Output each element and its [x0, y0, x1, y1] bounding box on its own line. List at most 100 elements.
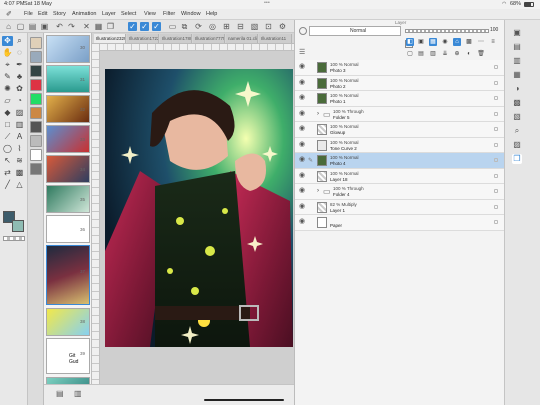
line-correct-icon[interactable]: ⌇ [14, 144, 25, 154]
search-icon[interactable]: ⌕ [512, 126, 522, 136]
folder-chevron-icon[interactable]: › [317, 188, 319, 194]
lock-icon[interactable]: ▣ [417, 38, 425, 46]
gradient-tool-icon[interactable]: ▨ [14, 108, 25, 118]
layer-row[interactable]: ◉ 100 % Normal Layer 18 [295, 168, 504, 184]
eye-icon[interactable]: ◉ [298, 141, 306, 149]
object-tool-icon[interactable]: ↖ [2, 156, 13, 166]
move-tool-icon[interactable]: ✥ [2, 36, 13, 46]
new-canvas-icon[interactable]: ▢ [16, 22, 25, 31]
layer-row[interactable]: ◉ ✎ 100 % Normal Photo 4 [295, 153, 504, 169]
balloon-tool-icon[interactable]: ◯ [2, 144, 13, 154]
lasso-tool-icon[interactable]: ◌ [14, 48, 25, 58]
fill-tool-icon[interactable]: ◆ [2, 108, 13, 118]
edit-target-icon[interactable]: ✎ [308, 157, 313, 164]
snap-ruler-icon[interactable]: ✓ [128, 22, 137, 31]
decoration-icon[interactable]: ✿ [14, 84, 25, 94]
layer-lock-icon[interactable] [494, 158, 498, 162]
eye-icon[interactable]: ◉ [298, 172, 306, 180]
new-raster-icon[interactable]: ▢ [406, 50, 414, 58]
eye-icon[interactable]: ◉ [298, 156, 306, 164]
layer-row[interactable]: ◉ › ▭ 100 % Through Folder 4 [295, 184, 504, 200]
thumb-8[interactable] [30, 135, 42, 147]
layer-row[interactable]: ◉ 100 % Normal Photo 2 [295, 75, 504, 91]
swap-colors-icon[interactable]: ⇄ [2, 168, 13, 178]
page-manager-icon[interactable]: ▤ [56, 389, 64, 398]
layer-row[interactable]: ◉ › ▭ 100 % Through Folder 5 [295, 106, 504, 122]
eye-icon[interactable]: ◉ [298, 203, 306, 211]
snap-grid-icon[interactable]: ✓ [140, 22, 149, 31]
tab-illustration7775[interactable]: Illustration7775 [193, 34, 225, 43]
pencil-tool-icon[interactable]: ✎ [2, 72, 13, 82]
layer-row[interactable]: ◉ 100 % Normal Photo 1 [295, 91, 504, 107]
tool-property-icon[interactable]: ▥ [512, 56, 522, 66]
eye-icon[interactable]: ◉ [298, 63, 306, 71]
reference-layer-icon[interactable]: ◧ [406, 38, 414, 46]
draft-icon[interactable]: ⌂ [453, 38, 461, 46]
frame-tool-icon[interactable]: ▥ [14, 120, 25, 130]
layer-row[interactable]: ◉ 100 % Normal Tone Curve 2 [295, 137, 504, 153]
mask-icon[interactable]: ◉ [441, 38, 449, 46]
layer-panel-icon[interactable]: ❐ [512, 154, 522, 164]
eraser-tool-icon[interactable]: ▱ [2, 96, 13, 106]
figure-tool-icon[interactable]: □ [2, 120, 13, 130]
menu-animation[interactable]: Animation [72, 11, 96, 17]
brush-tool-icon[interactable]: ♣ [14, 72, 25, 82]
sub-color-swatch[interactable] [12, 220, 24, 232]
zoom-icon[interactable]: ◎ [208, 22, 217, 31]
layer-property-toggle-icon[interactable] [299, 27, 307, 35]
combine-icon[interactable]: ⊕ [453, 50, 461, 58]
shortcut-icon[interactable]: ⊡ [264, 22, 273, 31]
page-thumb-39[interactable]: Git Gud [46, 338, 90, 374]
home-indicator[interactable] [204, 399, 284, 401]
layer-row[interactable]: ◉ Paper [295, 215, 504, 231]
grid-icon[interactable]: ⊞ [222, 22, 231, 31]
blend-mode-select[interactable]: Normal [309, 26, 401, 36]
layer-lock-icon[interactable] [494, 220, 498, 224]
color-history-icon[interactable]: ▧ [512, 112, 522, 122]
save-icon[interactable]: ▣ [40, 22, 49, 31]
menu-layer[interactable]: Layer [102, 11, 116, 17]
trash-icon[interactable]: 🗑 [477, 50, 485, 58]
tab-namerila[interactable]: namerila 01.cli [226, 34, 258, 43]
home-icon[interactable]: ⌂ [4, 22, 13, 31]
thumb-9[interactable] [30, 149, 42, 161]
menu-story[interactable]: Story [53, 11, 66, 17]
eye-icon[interactable]: ◉ [298, 79, 306, 87]
tab-illustration1722[interactable]: Illustration1722 [127, 34, 159, 43]
transparent-color-icon[interactable]: ▩ [14, 168, 25, 178]
brush-size-icon[interactable]: ▦ [512, 70, 522, 80]
transform-icon[interactable]: ⧉ [180, 22, 189, 31]
transparent-swatch[interactable] [3, 236, 25, 241]
opacity-slider[interactable] [405, 29, 489, 33]
menu-window[interactable]: Window [181, 11, 201, 17]
more-icon[interactable]: ⋯ [477, 38, 485, 46]
folder-chevron-icon[interactable]: › [317, 111, 319, 117]
layer-lock-icon[interactable] [494, 142, 498, 147]
material-icon[interactable]: ▨ [512, 140, 522, 150]
airbrush-icon[interactable]: ✺ [2, 84, 13, 94]
layer-lock-icon[interactable] [494, 173, 498, 178]
canvas-area[interactable] [100, 51, 294, 384]
color-set-icon[interactable]: ▩ [512, 98, 522, 108]
palette-color-icon[interactable]: ▩ [465, 38, 473, 46]
pen-tool-icon[interactable]: ✒ [14, 60, 25, 70]
color-wheel-icon[interactable]: ◑ [512, 84, 522, 94]
layer-icon[interactable]: ❐ [106, 22, 115, 31]
thumb-4[interactable] [30, 79, 42, 91]
layer-lock-icon[interactable] [494, 204, 498, 209]
layer-lock-icon[interactable] [494, 111, 498, 116]
rotate-icon[interactable]: ⟳ [194, 22, 203, 31]
clear-icon[interactable]: ✕ [82, 22, 91, 31]
eye-icon[interactable]: ◉ [298, 110, 306, 118]
hand-tool-icon[interactable]: ✋ [2, 48, 13, 58]
menu-edit[interactable]: Edit [38, 11, 47, 17]
eyedropper-icon[interactable]: ⌖ [2, 60, 13, 70]
brush-logo-icon[interactable]: ✐ [6, 10, 12, 18]
layer-lock-icon[interactable] [494, 96, 498, 100]
blend-tool-icon[interactable]: ◔ [14, 96, 25, 106]
navigator-icon[interactable]: ▣ [512, 28, 522, 38]
ruler-tool-icon[interactable]: ⟋ [2, 132, 13, 142]
sub-tool-icon[interactable]: ▤ [512, 42, 522, 52]
text-tool-icon[interactable]: A [14, 132, 25, 142]
transfer-icon[interactable]: ⇊ [441, 50, 449, 58]
